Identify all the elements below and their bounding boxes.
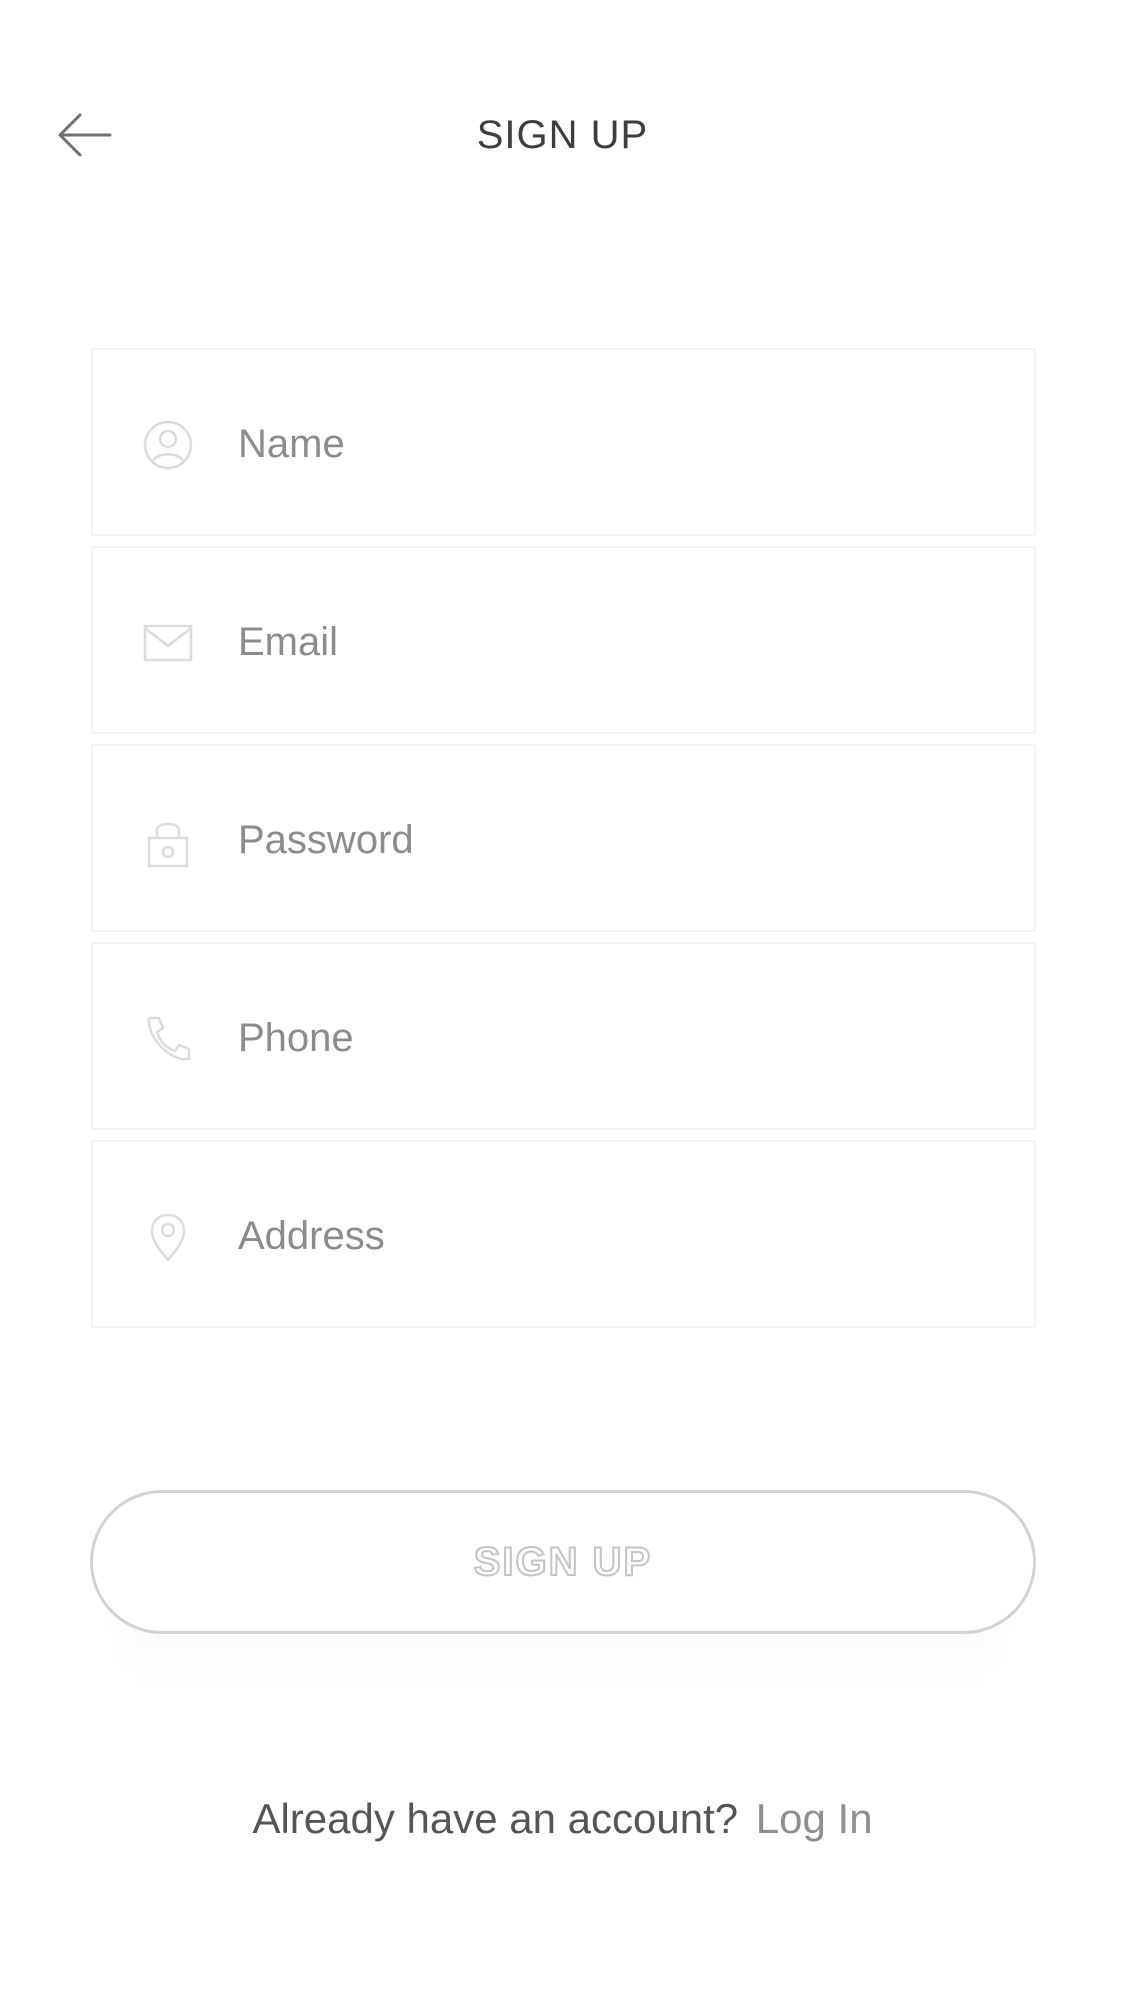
login-link[interactable]: Log In: [756, 1795, 873, 1842]
email-input[interactable]: [238, 598, 998, 686]
name-input[interactable]: [238, 400, 998, 488]
email-field: [91, 546, 1036, 734]
phone-field: [91, 942, 1036, 1130]
signup-button-label: SIGN UP: [473, 1539, 653, 1585]
user-icon: [141, 418, 195, 472]
lock-icon: [141, 814, 195, 868]
header: SIGN UP: [0, 95, 1125, 175]
page-title: SIGN UP: [476, 113, 649, 157]
address-field: [91, 1140, 1036, 1328]
location-pin-icon: [141, 1210, 195, 1264]
signup-button[interactable]: SIGN UP: [90, 1490, 1036, 1634]
address-input[interactable]: [238, 1192, 998, 1280]
name-field: [91, 348, 1036, 536]
phone-icon: [141, 1012, 195, 1066]
password-input[interactable]: [238, 796, 998, 884]
login-prompt-text: Already have an account?: [252, 1795, 739, 1842]
signup-form: [91, 348, 1036, 1338]
phone-input[interactable]: [238, 994, 998, 1082]
mail-icon: [141, 616, 195, 670]
login-prompt: Already have an account? Log In: [0, 1795, 1125, 1843]
password-field: [91, 744, 1036, 932]
